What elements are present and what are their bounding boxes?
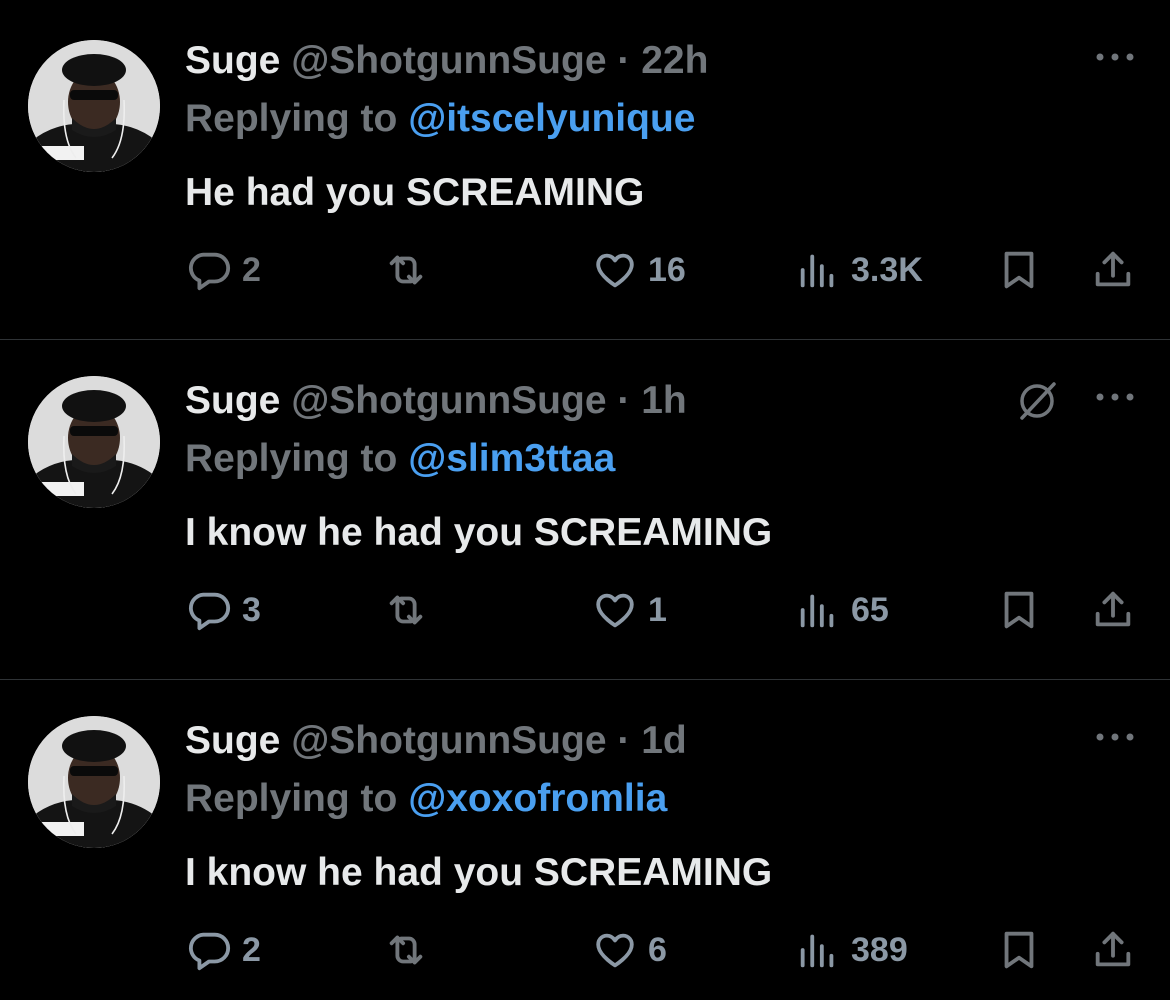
like-button[interactable]: 1 [592,585,667,635]
tweet-header: Suge @ShotgunnSuge · 22h [185,36,708,86]
bookmark-button[interactable] [996,585,1042,635]
retweet-icon [389,935,423,965]
separator-dot: · [617,39,631,82]
bookmark-button[interactable] [996,925,1042,975]
tweet-text: I know he had you SCREAMING [185,511,773,554]
more-icon[interactable] [1090,42,1140,72]
replying-to: Replying to @xoxofromlia [185,774,667,824]
reply-count: 2 [242,930,261,969]
more-icon[interactable] [1090,382,1140,412]
retweet-button[interactable] [383,585,429,635]
like-count: 16 [648,250,686,289]
share-icon [1095,931,1131,967]
like-icon [596,593,634,628]
replying-to: Replying to @itscelyunique [185,94,695,144]
mention-link[interactable]: @xoxofromlia [408,777,667,820]
share-button[interactable] [1090,245,1136,295]
views-icon [800,254,834,288]
timestamp[interactable]: 1d [641,719,687,762]
display-name[interactable]: Suge [185,39,280,82]
reply-button[interactable]: 2 [186,245,261,295]
share-button[interactable] [1090,585,1136,635]
like-icon [596,253,634,288]
user-handle[interactable]: @ShotgunnSuge [291,719,606,762]
mention-link[interactable]: @itscelyunique [408,97,695,140]
grok-icon[interactable] [1014,378,1060,424]
views-button[interactable]: 3.3K [795,245,923,295]
bookmark-icon [1004,591,1034,629]
replying-to-label: Replying to [185,97,398,140]
tweet-header: Suge @ShotgunnSuge · 1d [185,716,687,766]
tweet[interactable]: Suge @ShotgunnSuge · 1h Replying to @sli… [0,340,1170,679]
mention-link[interactable]: @slim3ttaa [408,437,615,480]
retweet-button[interactable] [383,925,429,975]
bookmark-icon [1004,251,1034,289]
reply-count: 3 [242,590,261,629]
user-handle[interactable]: @ShotgunnSuge [291,379,606,422]
more-icon[interactable] [1090,722,1140,752]
bookmark-button[interactable] [996,245,1042,295]
share-button[interactable] [1090,925,1136,975]
avatar[interactable] [28,716,160,848]
replying-to: Replying to @slim3ttaa [185,434,615,484]
replying-to-label: Replying to [185,777,398,820]
retweet-button[interactable] [383,245,429,295]
tweet-text: He had you SCREAMING [185,171,645,214]
reply-icon [189,592,231,631]
like-count: 1 [648,590,667,629]
bookmark-icon [1004,931,1034,969]
reply-icon [189,252,231,291]
like-button[interactable]: 6 [592,925,667,975]
like-icon [596,933,634,968]
timeline: Suge @ShotgunnSuge · 22h Replying to @it… [0,0,1170,1000]
reply-button[interactable]: 2 [186,925,261,975]
tweet-actions: 2 6 389 [0,925,1170,975]
separator-dot: · [617,719,631,762]
reply-icon [189,932,231,971]
views-button[interactable]: 389 [795,925,908,975]
retweet-icon [389,255,423,285]
tweet-header: Suge @ShotgunnSuge · 1h [185,376,687,426]
views-icon [800,594,834,628]
like-button[interactable]: 16 [592,245,686,295]
retweet-icon [389,595,423,625]
views-count: 65 [851,590,889,629]
tweet-text: I know he had you SCREAMING [185,851,773,894]
separator-dot: · [617,379,631,422]
reply-button[interactable]: 3 [186,585,261,635]
tweet-actions: 2 16 3.3K [0,245,1170,295]
views-button[interactable]: 65 [795,585,889,635]
tweet[interactable]: Suge @ShotgunnSuge · 22h Replying to @it… [0,0,1170,339]
avatar[interactable] [28,40,160,172]
replying-to-label: Replying to [185,437,398,480]
tweet[interactable]: Suge @ShotgunnSuge · 1d Replying to @xox… [0,680,1170,1000]
user-handle[interactable]: @ShotgunnSuge [291,39,606,82]
share-icon [1095,591,1131,627]
views-icon [800,934,834,968]
timestamp[interactable]: 1h [641,379,687,422]
tweet-actions: 3 1 65 [0,585,1170,635]
views-count: 389 [851,930,908,969]
like-count: 6 [648,930,667,969]
display-name[interactable]: Suge [185,719,280,762]
share-icon [1095,251,1131,287]
views-count: 3.3K [851,250,923,289]
avatar[interactable] [28,376,160,508]
timestamp[interactable]: 22h [641,39,708,82]
display-name[interactable]: Suge [185,379,280,422]
reply-count: 2 [242,250,261,289]
